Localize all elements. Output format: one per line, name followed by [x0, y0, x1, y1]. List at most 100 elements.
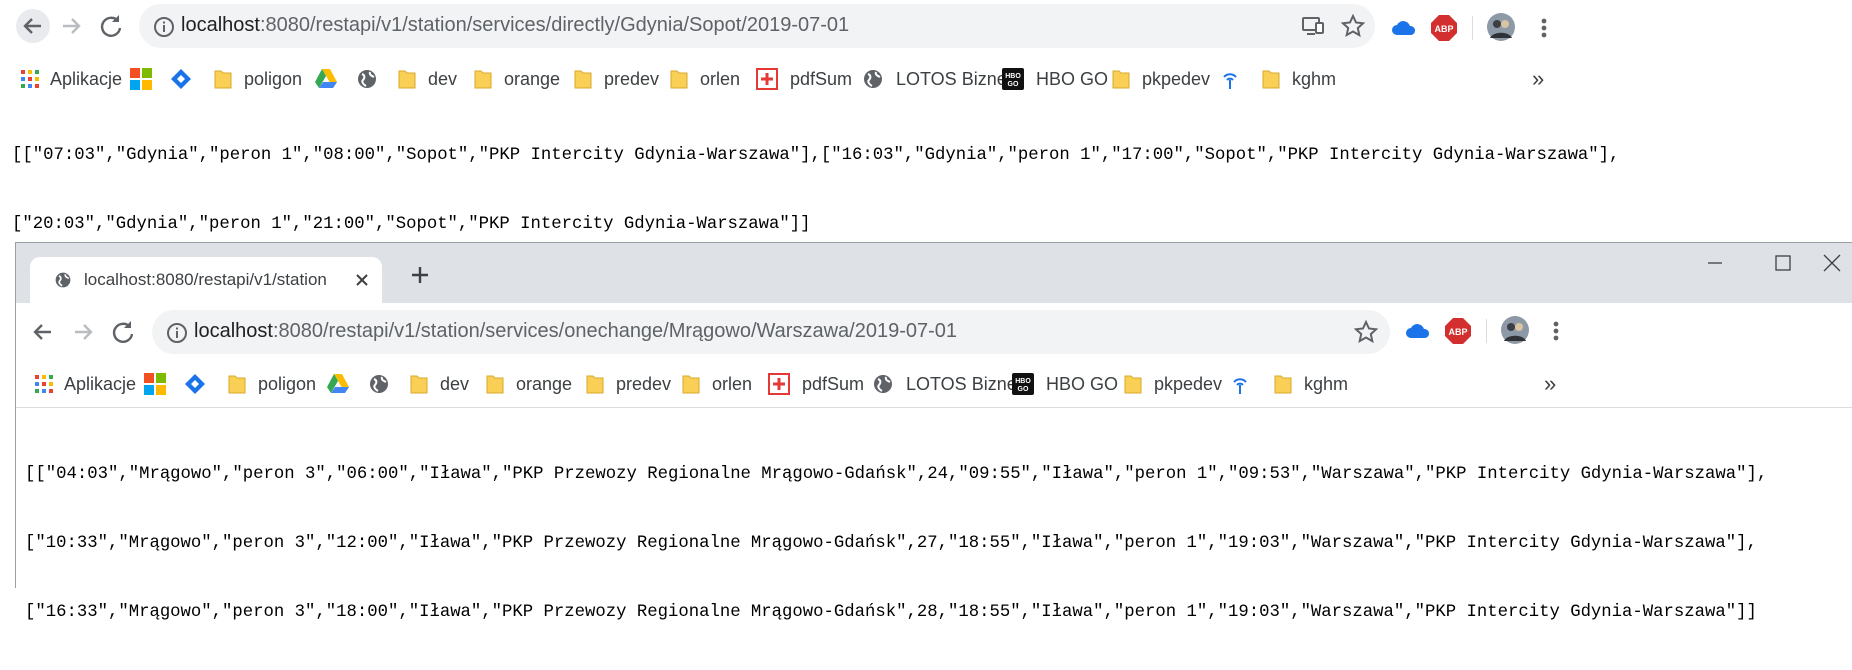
bookmark-hbo[interactable]: HBO GO HBO GO [1012, 371, 1118, 397]
json-line: ["16:33","Mrągowo","peron 3","18:00","Ił… [25, 603, 1757, 622]
menu-kebab-icon[interactable] [1530, 14, 1558, 42]
bookmark-orlen[interactable]: orlen [682, 371, 752, 397]
cast-icon[interactable] [1301, 14, 1325, 38]
url-text[interactable]: localhost:8080/restapi/v1/station/servic… [181, 14, 849, 37]
bookmark-label: LOTOS Biznes [896, 68, 1016, 89]
svg-text:HBO: HBO [1015, 378, 1031, 385]
bookmark-drive[interactable] [326, 371, 350, 397]
folder-icon [670, 70, 688, 89]
folder-icon [574, 70, 592, 89]
new-tab-plus-icon[interactable] [408, 263, 432, 287]
close-icon [1823, 254, 1841, 272]
bookmark-kghm[interactable]: kghm [1262, 66, 1336, 92]
bookmarks-bar: Aplikacje poligon dev orange predev orle… [16, 361, 1852, 408]
browser-window-onechange: localhost:8080/restapi/v1/station localh… [15, 242, 1852, 622]
bookmark-label: HBO GO [1036, 68, 1109, 89]
apps-grid-icon [21, 70, 39, 88]
bookmark-apps[interactable]: Aplikacje [20, 66, 122, 92]
bookmark-label: Aplikacje [64, 373, 137, 394]
forward-button[interactable] [66, 315, 100, 349]
bookmark-star-icon[interactable] [1354, 320, 1378, 344]
bookmarks-overflow[interactable]: » [1544, 371, 1556, 397]
bookmark-label: HBO GO [1046, 373, 1119, 394]
bookmark-orlen[interactable]: orlen [670, 66, 740, 92]
menu-kebab-icon[interactable] [1542, 317, 1570, 345]
address-bar[interactable]: localhost:8080/restapi/v1/station/servic… [152, 310, 1390, 354]
bookmark-pkpedev[interactable]: pkpedev [1124, 371, 1222, 397]
globe-icon [370, 375, 388, 393]
cloud-extension-icon[interactable] [1404, 317, 1432, 345]
bookmark-lotos[interactable]: LOTOS Biznes [872, 371, 1026, 397]
adblock-plus-icon[interactable]: ABP [1444, 317, 1472, 345]
diamond-icon [171, 69, 191, 89]
reload-button[interactable] [106, 315, 140, 349]
back-button[interactable] [16, 9, 50, 43]
adblock-plus-icon[interactable]: ABP [1430, 14, 1458, 42]
bookmark-orange[interactable]: orange [474, 66, 560, 92]
reload-button[interactable] [94, 9, 128, 43]
reload-icon [100, 15, 122, 37]
json-response-body: [["04:03","Mrągowo","peron 3","06:00","I… [25, 417, 1767, 670]
url-path: :8080/restapi/v1/station/services/direct… [259, 14, 850, 36]
bookmark-signal[interactable] [1220, 66, 1240, 92]
bookmark-orange[interactable]: orange [486, 371, 572, 397]
address-bar[interactable]: localhost:8080/restapi/v1/station/servic… [139, 4, 1375, 48]
bookmark-kghm[interactable]: kghm [1274, 371, 1348, 397]
bookmark-jira[interactable] [170, 66, 192, 92]
bookmark-label: orange [516, 373, 573, 394]
profile-avatar-icon[interactable] [1500, 315, 1530, 345]
folder-icon [398, 70, 416, 89]
bookmark-apps[interactable]: Aplikacje [34, 371, 136, 397]
bookmark-label: predev [616, 373, 672, 394]
url-host: localhost [194, 320, 273, 342]
back-button[interactable] [26, 315, 60, 349]
minimize-button[interactable] [1686, 243, 1744, 283]
pdf-icon [768, 373, 790, 395]
signal-tower-icon [1233, 378, 1247, 394]
maximize-button[interactable] [1753, 243, 1811, 283]
bookmark-poligon[interactable]: poligon [214, 66, 302, 92]
bookmark-signal[interactable] [1230, 371, 1250, 397]
bookmark-label: LOTOS Biznes [906, 373, 1026, 394]
cloud-extension-icon[interactable] [1390, 14, 1418, 42]
forward-button[interactable] [54, 9, 88, 43]
bookmark-pkpedev[interactable]: pkpedev [1112, 66, 1210, 92]
site-info-icon[interactable] [153, 16, 175, 38]
bookmark-dev[interactable]: dev [398, 66, 457, 92]
bookmark-hbo[interactable]: HBO GO HBO GO [1002, 66, 1108, 92]
bookmark-web[interactable] [356, 66, 378, 92]
bookmark-office[interactable] [130, 66, 152, 92]
bookmark-label: dev [440, 373, 470, 394]
bookmark-label: predev [604, 68, 660, 89]
bookmark-predev[interactable]: predev [586, 371, 671, 397]
bookmark-drive[interactable] [314, 66, 338, 92]
tab-active[interactable]: localhost:8080/restapi/v1/station [30, 257, 382, 303]
bookmark-label: orlen [712, 373, 753, 394]
bookmark-jira[interactable] [184, 371, 206, 397]
svg-text:GO: GO [1018, 386, 1029, 393]
google-drive-icon [327, 374, 349, 393]
bookmark-poligon[interactable]: poligon [228, 371, 316, 397]
close-window-button[interactable] [1808, 243, 1852, 283]
bookmark-pdfsum[interactable]: pdfSum [768, 371, 864, 397]
bookmark-star-icon[interactable] [1341, 14, 1365, 38]
bookmark-lotos[interactable]: LOTOS Biznes [862, 66, 1016, 92]
json-line: [["04:03","Mrągowo","peron 3","06:00","I… [25, 465, 1768, 484]
bookmark-web[interactable] [368, 371, 390, 397]
bookmarks-overflow[interactable]: » [1532, 66, 1544, 92]
site-info-icon[interactable] [166, 322, 188, 344]
bookmark-office[interactable] [144, 371, 166, 397]
bookmark-dev[interactable]: dev [410, 371, 469, 397]
url-text[interactable]: localhost:8080/restapi/v1/station/servic… [194, 320, 957, 343]
bookmark-predev[interactable]: predev [574, 66, 659, 92]
bookmark-pdfsum[interactable]: pdfSum [756, 66, 852, 92]
profile-avatar-icon[interactable] [1486, 12, 1516, 42]
bookmark-label: kghm [1292, 68, 1337, 89]
bookmark-label: dev [428, 68, 458, 89]
tab-close-icon[interactable] [352, 270, 372, 290]
forward-arrow-icon [75, 324, 93, 340]
bookmark-label: pkpedev [1142, 68, 1211, 89]
minimize-icon [1708, 262, 1722, 264]
folder-icon [682, 375, 700, 394]
json-line: ["20:03","Gdynia","peron 1","21:00","Sop… [12, 215, 811, 234]
